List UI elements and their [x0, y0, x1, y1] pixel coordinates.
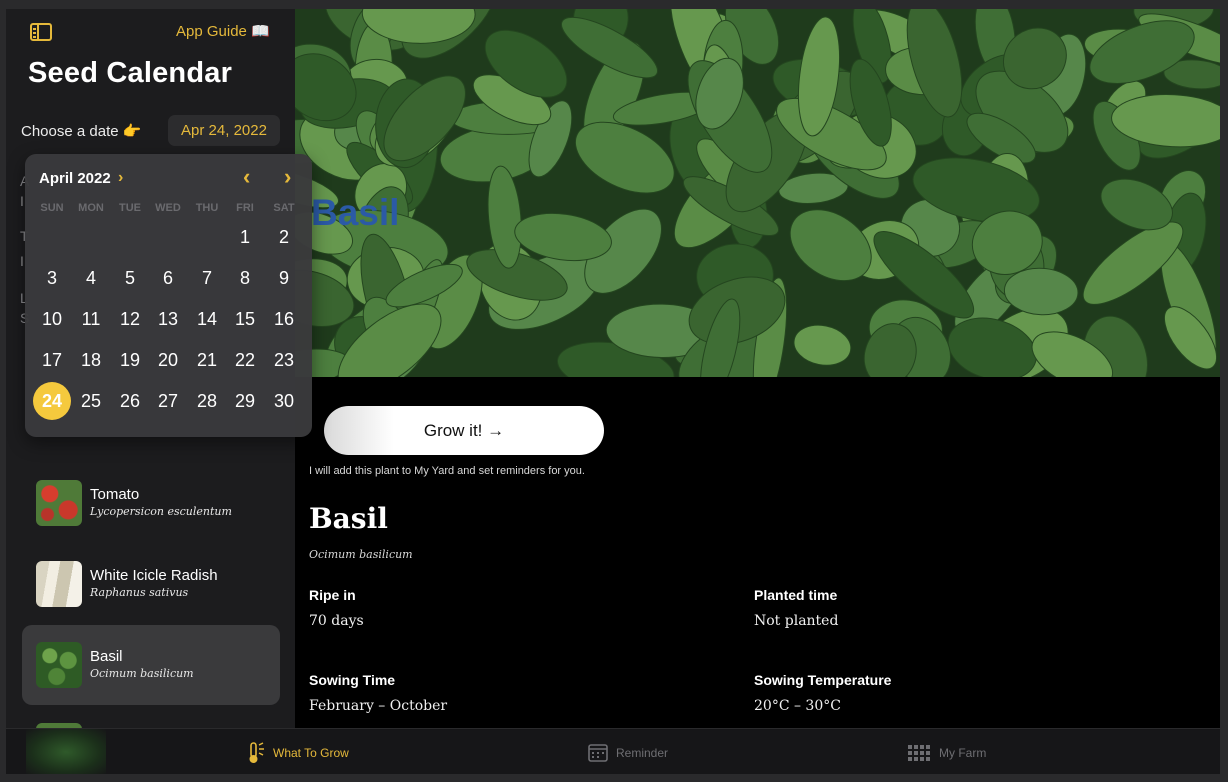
hero-title: Basil	[311, 192, 400, 233]
grow-note: I will add this plant to My Yard and set…	[309, 465, 585, 477]
weekday-header: SUN	[40, 202, 64, 214]
plant-latin-name: Ocimum basilicum	[90, 667, 194, 680]
calendar-day[interactable]: 16	[265, 300, 303, 338]
grid-icon	[907, 744, 931, 762]
calendar-month-label[interactable]: April 2022	[39, 170, 111, 187]
calendar-day[interactable]: 30	[265, 382, 303, 420]
calendar-day[interactable]: 25	[72, 382, 110, 420]
ripe-in-value: 70 days	[309, 613, 364, 629]
calendar-day[interactable]: 13	[149, 300, 187, 338]
calendar-day[interactable]: 21	[188, 341, 226, 379]
calendar-day[interactable]: 27	[149, 382, 187, 420]
calendar-day[interactable]: 23	[265, 341, 303, 379]
calendar-day-selected[interactable]: 24	[33, 382, 71, 420]
plant-title: Basil	[309, 502, 388, 535]
sun-thermometer-icon	[245, 741, 265, 765]
plant-list-item-tomato[interactable]: Tomato Lycopersicon esculentum	[22, 463, 280, 543]
plant-thumbnail	[36, 480, 82, 526]
tab-what-to-grow[interactable]: What To Grow	[245, 741, 349, 765]
tab-label: What To Grow	[273, 746, 349, 760]
hidden-text-fragment: I	[20, 193, 24, 209]
plant-thumbnail	[36, 642, 82, 688]
plant-name: Tomato	[90, 486, 140, 503]
app-window: App Guide 📖 Seed Calendar Choose a date …	[6, 9, 1220, 774]
calendar-day[interactable]: 3	[33, 259, 71, 297]
calendar-day[interactable]: 14	[188, 300, 226, 338]
planted-time-label: Planted time	[754, 587, 838, 603]
weekday-header: TUE	[119, 202, 141, 214]
calendar-day[interactable]: 12	[111, 300, 149, 338]
plant-list-item-radish[interactable]: White Icicle Radish Raphanus sativus	[22, 544, 280, 624]
chevron-right-icon[interactable]: ›	[284, 166, 291, 188]
plant-latin-name: Ocimum basilicum	[309, 548, 413, 561]
calendar-day[interactable]: 1	[226, 218, 264, 256]
page-title: Seed Calendar	[28, 57, 233, 89]
sidebar-thumbnail-shadow	[26, 729, 106, 774]
plant-list-item-next[interactable]	[22, 706, 280, 728]
calendar-day[interactable]: 19	[111, 341, 149, 379]
chevron-right-icon[interactable]: ›	[118, 169, 123, 187]
calendar-day[interactable]: 29	[226, 382, 264, 420]
calendar-day[interactable]: 10	[33, 300, 71, 338]
calendar-day[interactable]: 7	[188, 259, 226, 297]
date-picker-button[interactable]: Apr 24, 2022	[168, 115, 280, 146]
calendar-day[interactable]: 17	[33, 341, 71, 379]
calendar-day[interactable]: 26	[111, 382, 149, 420]
weekday-header: MON	[78, 202, 104, 214]
hidden-text-fragment: I	[20, 253, 24, 269]
calendar-day[interactable]: 15	[226, 300, 264, 338]
tab-label: My Farm	[939, 746, 987, 760]
tab-my-farm[interactable]: My Farm	[907, 741, 986, 765]
plant-hero-image: Basil	[295, 9, 1220, 377]
plant-name: Basil	[90, 648, 123, 665]
grow-it-button[interactable]: Grow it! →	[324, 406, 604, 455]
sowing-temperature-label: Sowing Temperature	[754, 672, 892, 688]
calendar-day[interactable]: 4	[72, 259, 110, 297]
plant-latin-name: Raphanus sativus	[90, 586, 189, 599]
calendar-day[interactable]: 5	[111, 259, 149, 297]
calendar-day[interactable]: 6	[149, 259, 187, 297]
sowing-time-label: Sowing Time	[309, 672, 396, 688]
calendar-day[interactable]: 2	[265, 218, 303, 256]
tab-reminder[interactable]: Reminder	[588, 741, 668, 765]
sowing-time-value: February – October	[309, 698, 448, 714]
calendar-day[interactable]: 8	[226, 259, 264, 297]
weekday-header: SAT	[273, 202, 295, 214]
calendar-day[interactable]: 22	[226, 341, 264, 379]
weekday-header: WED	[155, 202, 181, 214]
calendar-day[interactable]: 28	[188, 382, 226, 420]
ripe-in-label: Ripe in	[309, 587, 356, 603]
calendar-day[interactable]: 11	[72, 300, 110, 338]
date-picker-popover: April 2022 › ‹ › SUN MON TUE WED THU FRI SAT 1 2…	[25, 154, 312, 437]
choose-date-label: Choose a date 👉	[21, 123, 142, 140]
tab-label: Reminder	[616, 746, 669, 760]
sidebar-toggle-icon[interactable]	[30, 23, 52, 41]
app-guide-link[interactable]: App Guide 📖	[176, 22, 270, 40]
calendar-day[interactable]: 18	[72, 341, 110, 379]
plant-detail: Basil Grow it! → I will add this plant t…	[295, 9, 1220, 728]
weekday-header: THU	[195, 202, 219, 214]
calendar-icon	[588, 743, 608, 763]
planted-time-value: Not planted	[754, 613, 839, 629]
chevron-left-icon[interactable]: ‹	[243, 166, 250, 188]
plant-thumbnail	[36, 561, 82, 607]
plant-name: White Icicle Radish	[90, 567, 218, 584]
calendar-day[interactable]: 20	[149, 341, 187, 379]
calendar-day[interactable]: 9	[265, 259, 303, 297]
sowing-temperature-value: 20°C – 30°C	[754, 698, 841, 714]
plant-latin-name: Lycopersicon esculentum	[90, 505, 232, 518]
plant-list-item-basil[interactable]: Basil Ocimum basilicum	[22, 625, 280, 705]
tab-bar: What To Grow Reminder My Farm	[6, 728, 1220, 774]
weekday-header: FRI	[236, 202, 254, 214]
